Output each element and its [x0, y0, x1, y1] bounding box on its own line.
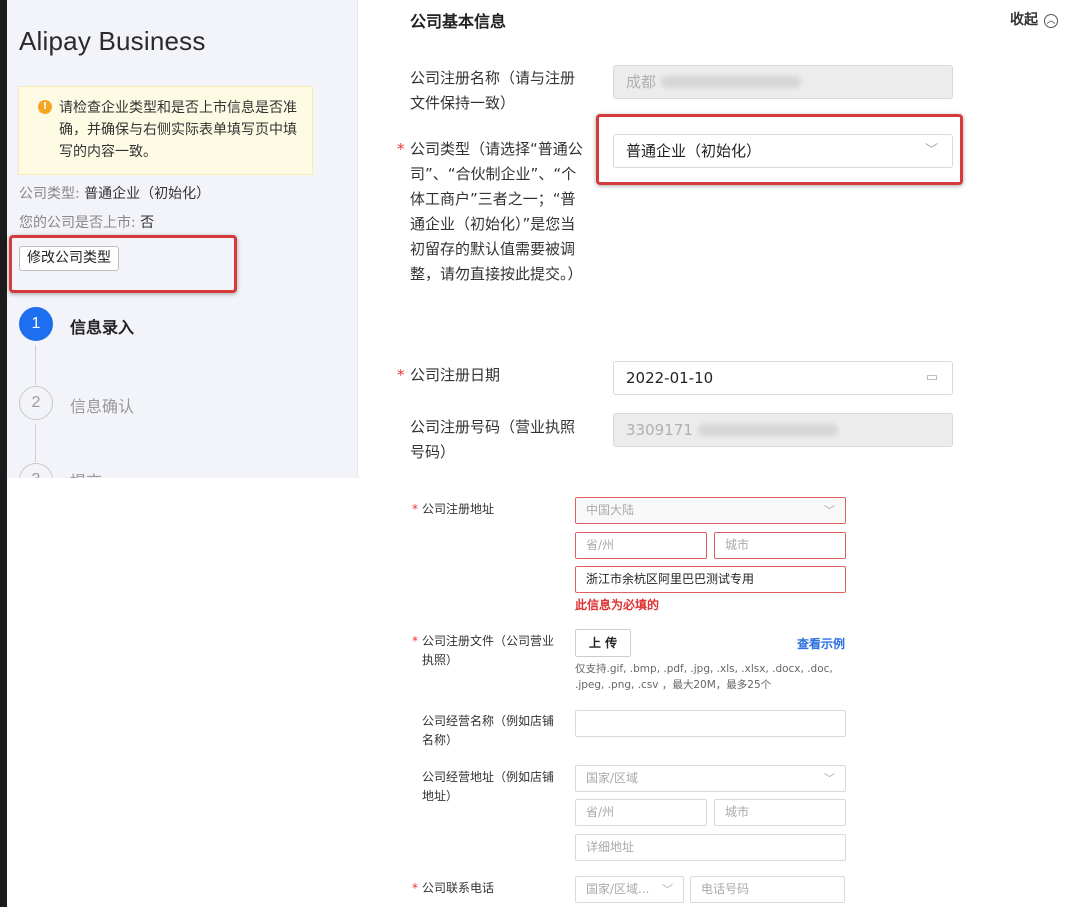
step-connector	[35, 424, 36, 462]
chevron-down-icon: ﹀	[824, 772, 835, 785]
address-label-text: 公司注册地址	[422, 502, 495, 516]
phone-label: * 公司联系电话	[412, 879, 562, 898]
biz-province-placeholder: 省/州	[586, 805, 615, 819]
biz-name-label: 公司经营名称（例如店铺名称）	[422, 714, 555, 747]
warning-icon: !	[38, 100, 52, 114]
reg-number-label: 公司注册号码（营业执照号码）	[410, 418, 576, 461]
reg-date-input[interactable]: 2022-01-10 ▭	[613, 361, 953, 395]
biz-detail-placeholder: 详细地址	[586, 840, 635, 854]
address-city-placeholder: 城市	[725, 538, 750, 552]
chevron-down-icon: ﹀	[824, 504, 835, 517]
reg-name-value: 成都	[626, 73, 657, 91]
chevron-down-icon: ﹀	[662, 883, 673, 896]
calendar-icon[interactable]: ▭	[926, 362, 938, 394]
form-panel: 公司基本信息 收起 ︿ 公司注册名称（请与注册文件保持一致） 成都 * 公司类型（…	[382, 0, 1080, 478]
reg-name-label: 公司注册名称（请与注册文件保持一致）	[410, 69, 576, 112]
address-label: * 公司注册地址	[412, 500, 562, 519]
step-3-circle: 3	[19, 463, 53, 478]
listed-info: 您的公司是否上市: 否	[19, 212, 154, 232]
address-province-input[interactable]: 省/州	[575, 532, 707, 559]
reg-number-input: 3309171	[613, 413, 953, 447]
required-mark: *	[397, 366, 405, 384]
biz-name-input[interactable]	[575, 710, 846, 737]
required-mark: *	[397, 140, 405, 158]
address-country-select[interactable]: 中国大陆 ﹀	[575, 497, 846, 524]
step-connector	[35, 345, 36, 385]
address-country-placeholder: 中国大陆	[586, 503, 635, 517]
address-error-message: 此信息为必填的	[575, 598, 660, 612]
address-detail-input[interactable]: 浙江市余杭区阿里巴巴测试专用	[575, 566, 846, 593]
required-mark: *	[412, 502, 418, 516]
listed-label: 您的公司是否上市:	[19, 215, 136, 231]
reg-name-input: 成都	[613, 65, 953, 99]
company-type-field-label: * 公司类型（请选择“普通公司”、“合伙制企业”、“个体工商户”三者之一；“普通…	[397, 137, 585, 287]
biz-detail-input[interactable]: 详细地址	[575, 834, 846, 861]
section-title: 公司基本信息	[410, 12, 507, 31]
company-type-field-text: 公司类型（请选择“普通公司”、“合伙制企业”、“个体工商户”三者之一；“普通企业…	[410, 140, 583, 283]
company-type-info: 公司类型: 普通企业（初始化）	[19, 183, 210, 203]
window-edge	[0, 0, 7, 907]
listed-value: 否	[140, 215, 155, 231]
reg-date-value: 2022-01-10	[626, 369, 714, 387]
phone-country-select[interactable]: 国家/区域... ﹀	[575, 876, 684, 903]
reg-number-value: 3309171	[626, 421, 693, 439]
phone-country-placeholder: 国家/区域...	[586, 882, 650, 896]
view-example-link[interactable]: 查看示例	[797, 635, 845, 652]
step-1-circle: 1	[19, 307, 53, 341]
chevron-up-icon: ︿	[1044, 14, 1058, 28]
biz-province-input[interactable]: 省/州	[575, 799, 707, 826]
step-2-circle: 2	[19, 386, 53, 420]
reg-date-label: * 公司注册日期	[397, 363, 585, 388]
required-mark: *	[412, 634, 418, 648]
required-mark: *	[412, 881, 418, 895]
phone-number-input[interactable]: 电话号码	[690, 876, 845, 903]
phone-label-text: 公司联系电话	[422, 881, 495, 895]
highlight-box-company-type	[596, 114, 963, 185]
sidebar: Alipay Business ! 请检查企业类型和是否上市信息是否准确，并确保…	[7, 0, 358, 478]
highlight-box-edit-button	[9, 235, 237, 293]
reg-doc-label: * 公司注册文件（公司营业执照）	[412, 632, 562, 670]
biz-country-placeholder: 国家/区域	[586, 771, 639, 785]
upload-button[interactable]: 上 传	[575, 629, 631, 657]
redacted-mask	[660, 76, 801, 88]
company-type-label: 公司类型:	[19, 186, 80, 202]
biz-city-input[interactable]: 城市	[714, 799, 846, 826]
company-type-value: 普通企业（初始化）	[84, 186, 211, 202]
step-1-label: 信息录入	[70, 318, 135, 337]
address-city-input[interactable]: 城市	[714, 532, 846, 559]
warning-text: 请检查企业类型和是否上市信息是否准确，并确保与右侧实际表单填写页中填写的内容一致…	[59, 100, 297, 160]
address-detail-value: 浙江市余杭区阿里巴巴测试专用	[586, 572, 755, 586]
biz-country-select[interactable]: 国家/区域 ﹀	[575, 765, 846, 792]
collapse-label: 收起	[1010, 12, 1038, 28]
collapse-toggle[interactable]: 收起 ︿	[1010, 9, 1058, 29]
brand-title: Alipay Business	[19, 26, 206, 56]
address-province-placeholder: 省/州	[586, 538, 615, 552]
warning-alert: ! 请检查企业类型和是否上市信息是否准确，并确保与右侧实际表单填写页中填写的内容…	[18, 86, 313, 175]
upload-hint: 仅支持.gif, .bmp, .pdf, .jpg, .xls, .xlsx, …	[575, 663, 833, 691]
biz-address-label: 公司经营地址（例如店铺地址）	[422, 770, 555, 803]
biz-city-placeholder: 城市	[725, 805, 750, 819]
redacted-mask	[697, 424, 838, 436]
reg-doc-label-text: 公司注册文件（公司营业执照）	[422, 634, 555, 667]
step-2-label: 信息确认	[70, 397, 135, 416]
reg-date-label-text: 公司注册日期	[410, 366, 501, 384]
phone-number-placeholder: 电话号码	[701, 882, 750, 896]
step-3-label: 提交	[70, 468, 102, 478]
